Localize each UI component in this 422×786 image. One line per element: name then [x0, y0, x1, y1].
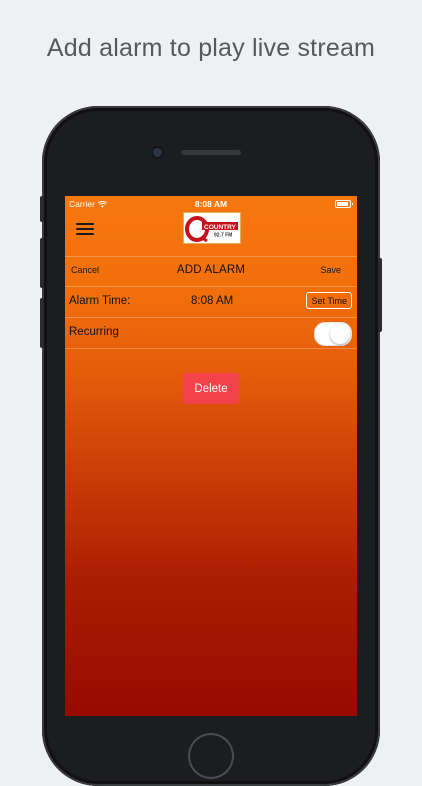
- station-logo: COUNTRY 92.7 FM: [183, 212, 241, 244]
- front-camera: [153, 148, 162, 157]
- headline: Add alarm to play live stream: [46, 34, 376, 62]
- side-button-power: [378, 258, 382, 332]
- page-title: ADD ALARM: [176, 264, 246, 276]
- app-screen: Carrier 8:08 AM COUNTRY 92.7 FM Cancel A…: [65, 196, 357, 716]
- alarm-time-value: 8:08 AM: [191, 295, 234, 307]
- navigation-bar: COUNTRY 92.7 FM: [65, 212, 357, 252]
- side-button-volume-up: [40, 238, 44, 288]
- alarm-header: Cancel ADD ALARM Save: [65, 256, 357, 285]
- hamburger-menu-icon[interactable]: [76, 223, 94, 237]
- save-button[interactable]: Save: [320, 265, 341, 275]
- toggle-knob: [330, 324, 350, 344]
- earpiece-speaker: [181, 150, 241, 155]
- recurring-row: Recurring: [65, 317, 357, 349]
- logo-text: COUNTRY: [204, 224, 237, 231]
- status-time: 8:08 AM: [194, 199, 228, 209]
- recurring-toggle[interactable]: [314, 322, 352, 346]
- logo-subtext: 92.7 FM: [214, 233, 232, 239]
- status-bar: Carrier 8:08 AM: [65, 196, 357, 212]
- set-time-button[interactable]: Set Time: [306, 292, 352, 309]
- delete-button[interactable]: Delete: [183, 373, 239, 404]
- home-button: [190, 735, 232, 777]
- side-button-volume-down: [40, 298, 44, 348]
- battery-icon: [335, 200, 353, 208]
- side-button-mute: [40, 196, 44, 222]
- alarm-time-row: Alarm Time: 8:08 AM Set Time: [65, 286, 357, 317]
- recurring-label: Recurring: [69, 326, 119, 338]
- alarm-time-label: Alarm Time:: [69, 295, 131, 307]
